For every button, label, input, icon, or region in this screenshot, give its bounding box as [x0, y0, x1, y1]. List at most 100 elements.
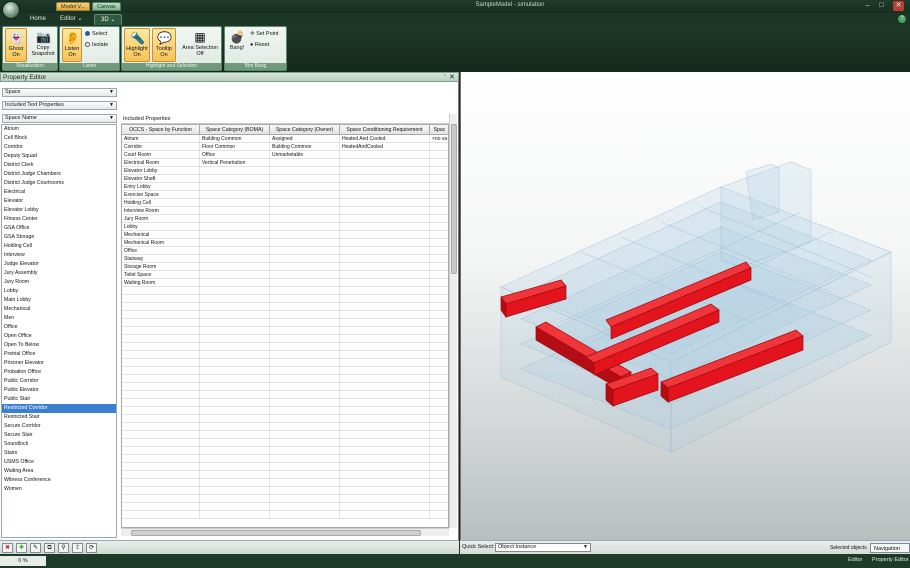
table-cell[interactable]: Elevator Shaft: [122, 175, 200, 183]
table-cell[interactable]: [122, 407, 200, 415]
table-cell[interactable]: [270, 199, 340, 207]
table-cell[interactable]: Assigned: [270, 135, 340, 143]
table-row[interactable]: [122, 359, 448, 367]
table-cell[interactable]: [270, 479, 340, 487]
list-item[interactable]: District Clerk: [2, 161, 116, 170]
table-cell[interactable]: [430, 351, 448, 359]
table-row[interactable]: Corridor Floor Common Building Common Heate…: [122, 143, 448, 151]
table-row[interactable]: [122, 495, 448, 503]
table-cell[interactable]: [270, 399, 340, 407]
table-cell[interactable]: [430, 431, 448, 439]
isolate-radio[interactable]: Isolate: [85, 41, 108, 49]
table-cell[interactable]: [270, 487, 340, 495]
table-cell[interactable]: [270, 247, 340, 255]
table-cell[interactable]: [200, 215, 270, 223]
table-row[interactable]: Mechanical Room: [122, 239, 448, 247]
table-cell[interactable]: Mechanical Room: [122, 239, 200, 247]
table-row[interactable]: Toilet Space: [122, 271, 448, 279]
close-icon[interactable]: ✕: [893, 1, 904, 11]
table-cell[interactable]: [340, 255, 430, 263]
list-item[interactable]: Deputy Squad: [2, 152, 116, 161]
ghost-button[interactable]: 👻 Ghost On: [5, 28, 27, 62]
table-cell[interactable]: [122, 311, 200, 319]
property-name-select[interactable]: Space Name ▼: [2, 114, 117, 123]
list-item[interactable]: Public Corridor: [2, 377, 116, 386]
table-cell[interactable]: [200, 503, 270, 511]
table-cell[interactable]: [340, 375, 430, 383]
table-cell[interactable]: [340, 447, 430, 455]
table-cell[interactable]: [340, 159, 430, 167]
table-cell[interactable]: [122, 303, 200, 311]
table-cell[interactable]: [200, 303, 270, 311]
table-cell[interactable]: [200, 375, 270, 383]
table-cell[interactable]: [122, 287, 200, 295]
table-cell[interactable]: [200, 183, 270, 191]
table-cell[interactable]: [340, 359, 430, 367]
table-row[interactable]: Interview Room: [122, 207, 448, 215]
table-cell[interactable]: [430, 471, 448, 479]
table-cell[interactable]: [430, 367, 448, 375]
context-tab-model[interactable]: Model V...: [56, 2, 91, 11]
table-cell[interactable]: [430, 479, 448, 487]
table-cell[interactable]: [340, 151, 430, 159]
table-cell[interactable]: [270, 383, 340, 391]
table-cell[interactable]: [430, 255, 448, 263]
table-row[interactable]: [122, 319, 448, 327]
table-row[interactable]: [122, 487, 448, 495]
table-cell[interactable]: [122, 327, 200, 335]
table-cell[interactable]: [200, 431, 270, 439]
table-cell[interactable]: [122, 367, 200, 375]
table-cell[interactable]: [270, 431, 340, 439]
table-cell[interactable]: [270, 495, 340, 503]
table-cell[interactable]: [200, 511, 270, 519]
category-select[interactable]: Space ▼: [2, 88, 117, 97]
list-item[interactable]: District Judge Courtrooms: [2, 179, 116, 188]
table-cell[interactable]: [340, 407, 430, 415]
table-cell[interactable]: [430, 239, 448, 247]
table-cell[interactable]: [200, 423, 270, 431]
table-row[interactable]: [122, 407, 448, 415]
table-cell[interactable]: [430, 279, 448, 287]
table-row[interactable]: [122, 303, 448, 311]
select-radio[interactable]: Select: [85, 30, 107, 38]
table-cell[interactable]: [122, 359, 200, 367]
table-cell[interactable]: [340, 391, 430, 399]
table-cell[interactable]: [122, 391, 200, 399]
highlight-button[interactable]: 🔦 Highlight On: [124, 28, 150, 62]
table-cell[interactable]: [270, 159, 340, 167]
selected-objects-tab[interactable]: Selected objects: [830, 545, 867, 551]
listen-button[interactable]: 👂 Listen On: [62, 28, 82, 62]
table-cell[interactable]: Waiting Room: [122, 279, 200, 287]
table-cell[interactable]: [430, 487, 448, 495]
list-item[interactable]: GSA Office: [2, 224, 116, 233]
table-cell[interactable]: [430, 199, 448, 207]
table-cell[interactable]: [200, 439, 270, 447]
table-cell[interactable]: [340, 167, 430, 175]
table-cell[interactable]: [200, 199, 270, 207]
list-item[interactable]: GSA Storage: [2, 233, 116, 242]
table-cell[interactable]: [430, 151, 448, 159]
list-item[interactable]: Fitness Center: [2, 215, 116, 224]
table-cell[interactable]: [270, 423, 340, 431]
table-cell[interactable]: [340, 183, 430, 191]
table-cell[interactable]: [340, 279, 430, 287]
table-cell[interactable]: [200, 391, 270, 399]
list-item[interactable]: Jury Room: [2, 278, 116, 287]
table-cell[interactable]: [200, 495, 270, 503]
table-cell[interactable]: [430, 191, 448, 199]
navigation-tab[interactable]: Navigation: [870, 543, 910, 553]
table-cell[interactable]: [430, 159, 448, 167]
table-row[interactable]: [122, 479, 448, 487]
table-cell[interactable]: Floor Common: [200, 143, 270, 151]
table-cell[interactable]: [200, 327, 270, 335]
table-cell[interactable]: [122, 455, 200, 463]
table-row[interactable]: Electrical Room Vertical Penetration: [122, 159, 448, 167]
table-cell[interactable]: [340, 271, 430, 279]
table-cell[interactable]: [122, 351, 200, 359]
table-cell[interactable]: [340, 327, 430, 335]
list-item[interactable]: Men: [2, 314, 116, 323]
table-cell[interactable]: [430, 447, 448, 455]
table-cell[interactable]: [200, 343, 270, 351]
table-cell[interactable]: [430, 423, 448, 431]
column-header[interactable]: Space Conditioning Requirement: [340, 125, 430, 135]
